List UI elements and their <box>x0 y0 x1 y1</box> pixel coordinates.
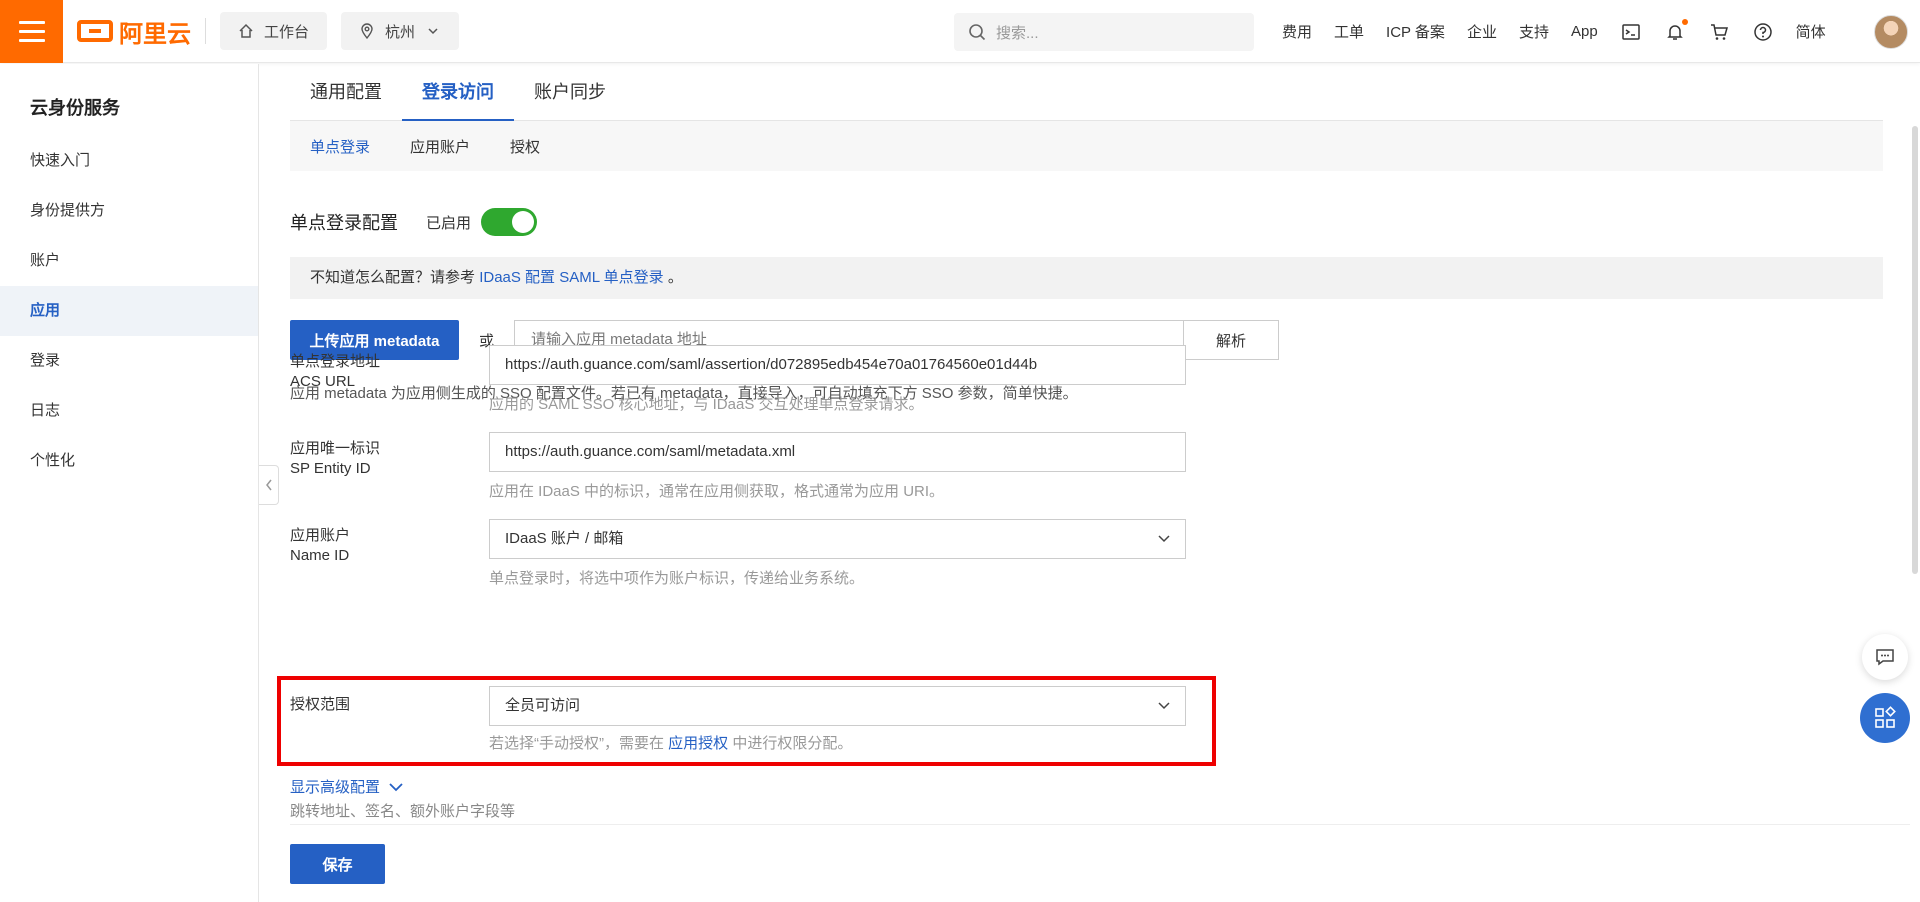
location-pin-icon <box>361 23 373 39</box>
apps-grid-icon <box>1875 706 1896 728</box>
bell-icon[interactable] <box>1664 18 1688 43</box>
subtab-authorization[interactable]: 授权 <box>510 136 540 157</box>
sp-entity-id-label-en: SP Entity ID <box>290 460 371 477</box>
highlight-box <box>277 676 1216 766</box>
chat-float-button[interactable] <box>1862 634 1908 680</box>
workbench-button[interactable]: 工作台 <box>220 12 328 50</box>
global-search-input[interactable]: 搜索... <box>954 13 1254 51</box>
primary-tabs: 通用配置 登录访问 账户同步 <box>290 64 1883 121</box>
acs-url-help: 应用的 SAML SSO 核心地址，与 IDaaS 交互处理单点登录请求。 <box>489 396 924 413</box>
aliyun-logo-icon <box>77 20 113 42</box>
language-switch[interactable]: 简体 <box>1796 21 1826 42</box>
aliyun-logo[interactable]: 阿里云 <box>77 14 191 49</box>
sso-config-header: 单点登录配置 已启用 <box>290 208 538 236</box>
notice-suffix: 。 <box>667 269 683 286</box>
nav-link-tickets[interactable]: 工单 <box>1334 21 1364 42</box>
nav-link-support[interactable]: 支持 <box>1519 21 1549 42</box>
advanced-config-help: 跳转地址、签名、额外账户字段等 <box>290 803 516 820</box>
logo-divider <box>205 18 206 44</box>
chevron-down-icon <box>389 782 403 791</box>
tab-general-config[interactable]: 通用配置 <box>290 64 402 121</box>
advanced-config-label: 显示高级配置 <box>290 779 381 796</box>
nav-link-enterprise[interactable]: 企业 <box>1467 21 1497 42</box>
name-id-label: 应用账户 Name ID <box>290 526 350 566</box>
show-advanced-config-toggle[interactable]: 显示高级配置 <box>290 776 404 797</box>
sidebar: 云身份服务 快速入门 身份提供方 账户 应用 登录 日志 个性化 <box>0 64 259 902</box>
chevron-down-icon <box>1158 535 1170 543</box>
sso-config-title: 单点登录配置 <box>290 213 398 233</box>
sidebar-item-logs[interactable]: 日志 <box>0 386 258 436</box>
search-placeholder: 搜索... <box>996 24 1039 42</box>
apps-float-button[interactable] <box>1860 693 1910 743</box>
tab-login-access[interactable]: 登录访问 <box>402 64 514 121</box>
footer-divider <box>290 824 1910 825</box>
menu-line <box>18 38 45 42</box>
acs-url-label-en: ACS URL <box>290 373 356 390</box>
sp-entity-id-field[interactable]: https://auth.guance.com/saml/metadata.xm… <box>489 432 1186 472</box>
workbench-label: 工作台 <box>264 23 310 41</box>
nav-link-app[interactable]: App <box>1571 23 1598 40</box>
nav-link-icp[interactable]: ICP 备案 <box>1386 21 1445 42</box>
tab-account-sync[interactable]: 账户同步 <box>514 64 626 121</box>
name-id-label-en: Name ID <box>290 547 350 564</box>
name-id-label-cn: 应用账户 <box>290 527 351 544</box>
notice-prefix: 不知道怎么配置？请参考 <box>310 269 476 286</box>
acs-url-field[interactable]: https://auth.guance.com/saml/assertion/d… <box>489 345 1186 385</box>
sidebar-item-identity-provider[interactable]: 身份提供方 <box>0 186 258 236</box>
acs-url-label-cn: 单点登录地址 <box>290 353 381 370</box>
secondary-tabs: 单点登录 应用账户 授权 <box>290 121 1883 171</box>
main-content: 通用配置 登录访问 账户同步 单点登录 应用账户 授权 单点登录配置 已启用 不… <box>260 64 1910 902</box>
acs-url-label: 单点登录地址 ACS URL <box>290 352 380 392</box>
config-help-notice: 不知道怎么配置？请参考 IDaaS 配置 SAML 单点登录 。 <box>290 257 1883 299</box>
page-scrollbar[interactable] <box>1912 126 1918 574</box>
chevron-down-icon <box>428 28 438 35</box>
sidebar-item-quickstart[interactable]: 快速入门 <box>0 136 258 186</box>
notification-dot <box>1681 18 1688 25</box>
subtab-sso[interactable]: 单点登录 <box>310 136 370 157</box>
cart-icon[interactable] <box>1708 21 1730 43</box>
region-label: 杭州 <box>385 23 416 41</box>
home-icon <box>239 23 253 38</box>
help-icon[interactable] <box>1752 21 1774 43</box>
menu-line <box>18 29 45 33</box>
menu-line <box>18 20 45 24</box>
sso-status-label: 已启用 <box>426 214 472 232</box>
sso-enabled-toggle[interactable] <box>481 208 538 236</box>
sidebar-title: 云身份服务 <box>30 98 120 118</box>
hamburger-menu-button[interactable] <box>0 0 63 63</box>
brand-name: 阿里云 <box>119 20 191 48</box>
search-icon <box>969 24 986 41</box>
chat-icon <box>1876 649 1894 666</box>
parse-metadata-button[interactable]: 解析 <box>1183 320 1279 360</box>
sidebar-item-applications[interactable]: 应用 <box>0 286 258 336</box>
terminal-icon[interactable] <box>1620 21 1642 43</box>
sidebar-item-accounts[interactable]: 账户 <box>0 236 258 286</box>
sidebar-item-login[interactable]: 登录 <box>0 336 258 386</box>
sp-entity-id-help: 应用在 IDaaS 中的标识，通常在应用侧获取，格式通常为应用 URI。 <box>489 483 945 500</box>
user-avatar[interactable] <box>1874 15 1908 49</box>
top-links: 费用 工单 ICP 备案 企业 支持 App 简体 <box>1282 0 1848 63</box>
subtab-app-accounts[interactable]: 应用账户 <box>410 136 470 157</box>
region-selector[interactable]: 杭州 <box>341 12 460 50</box>
name-id-help: 单点登录时，将选中项作为账户标识，传递给业务系统。 <box>489 570 865 587</box>
sp-entity-id-label: 应用唯一标识 SP Entity ID <box>290 439 380 479</box>
name-id-selected-value: IDaaS 账户 / 邮箱 <box>505 530 624 547</box>
notice-doc-link[interactable]: IDaaS 配置 SAML 单点登录 <box>479 269 663 286</box>
save-button[interactable]: 保存 <box>290 844 385 884</box>
sp-entity-id-label-cn: 应用唯一标识 <box>290 440 381 457</box>
nav-link-billing[interactable]: 费用 <box>1282 21 1312 42</box>
sidebar-item-personalization[interactable]: 个性化 <box>0 436 258 486</box>
name-id-select[interactable]: IDaaS 账户 / 邮箱 <box>489 519 1186 559</box>
